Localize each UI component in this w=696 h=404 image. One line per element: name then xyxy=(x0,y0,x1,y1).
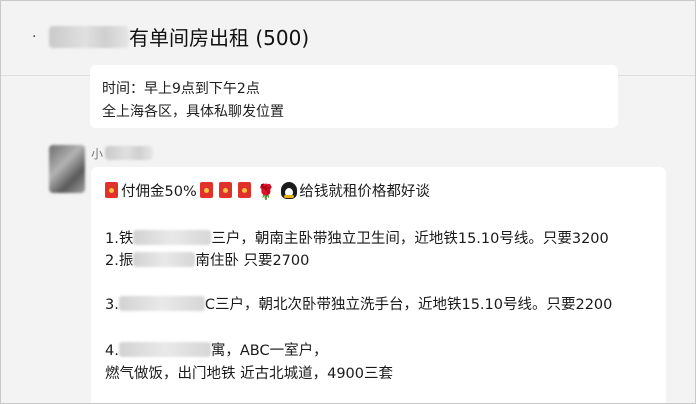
listing-item-4-continuation: 燃气做饭，出门地铁 近古北城道，4900三套 xyxy=(105,366,394,382)
redacted-address xyxy=(118,296,205,311)
listing-item-1: 1.铁 三户，朝南主卧带独立卫生间，近地铁15.10号线。只要3200 xyxy=(105,227,609,248)
listing-item-3: 3. C三户，朝北次卧带独立洗手台，近地铁15.10号线。只要2200 xyxy=(105,293,612,314)
qq-penguin-icon xyxy=(281,182,298,199)
listing-item-4: 4. 寓，ABC一室户， xyxy=(105,339,328,360)
listing-number: 4. xyxy=(105,343,119,359)
listing-item-2: 2.振 南住卧 只要2700 xyxy=(105,249,309,270)
redacted-sender-name xyxy=(105,146,153,160)
listing-lead: 铁 xyxy=(118,231,134,247)
chat-window: · 有单间房出租 (500) 时间：早上9点到下午2点 全上海各区，具体私聊发位… xyxy=(0,0,696,404)
sender-name: 小 xyxy=(91,147,104,161)
previous-message-line-1: 时间：早上9点到下午2点 xyxy=(102,81,260,97)
title-dot: · xyxy=(32,29,37,45)
rose-icon: 🌹 xyxy=(256,183,276,201)
listing-text: C三户，朝北次卧带独立洗手台，近地铁15.10号线。只要2200 xyxy=(204,297,613,313)
listing-number: 3. xyxy=(105,297,119,313)
listing-number: 1. xyxy=(105,231,119,247)
red-packet-icon xyxy=(237,182,251,198)
listing-text: 南住卧 只要2700 xyxy=(195,253,310,269)
red-packet-icon xyxy=(218,182,232,198)
listing-number: 2. xyxy=(105,253,119,269)
chat-title[interactable]: 有单间房出租 (500) xyxy=(129,22,309,51)
redacted-group-name xyxy=(49,26,129,48)
commission-text: 付佣金50% xyxy=(121,184,197,200)
redacted-address xyxy=(118,342,211,357)
red-packet-icon xyxy=(105,182,118,198)
listing-lead: 振 xyxy=(118,253,134,269)
previous-message-bubble[interactable]: 时间：早上9点到下午2点 全上海各区，具体私聊发位置 xyxy=(90,65,618,128)
red-packet-icon xyxy=(199,182,213,198)
sender-avatar[interactable] xyxy=(49,145,85,193)
message-bubble[interactable]: 付佣金50% 🌹 给钱就租价格都好谈 1.铁 三户，朝南主卧带独立卫生间，近地铁15.… xyxy=(91,167,666,403)
listing-text: 三户，朝南主卧带独立卫生间，近地铁15.10号线。只要3200 xyxy=(211,231,609,247)
previous-message-line-2: 全上海各区，具体私聊发位置 xyxy=(102,104,284,120)
redacted-address xyxy=(133,230,212,245)
slogan-text: 给钱就租价格都好谈 xyxy=(299,184,430,200)
listing-text: 寓，ABC一室户， xyxy=(210,343,328,359)
message-header-line: 付佣金50% 🌹 给钱就租价格都好谈 xyxy=(105,180,430,201)
redacted-address xyxy=(133,252,196,267)
